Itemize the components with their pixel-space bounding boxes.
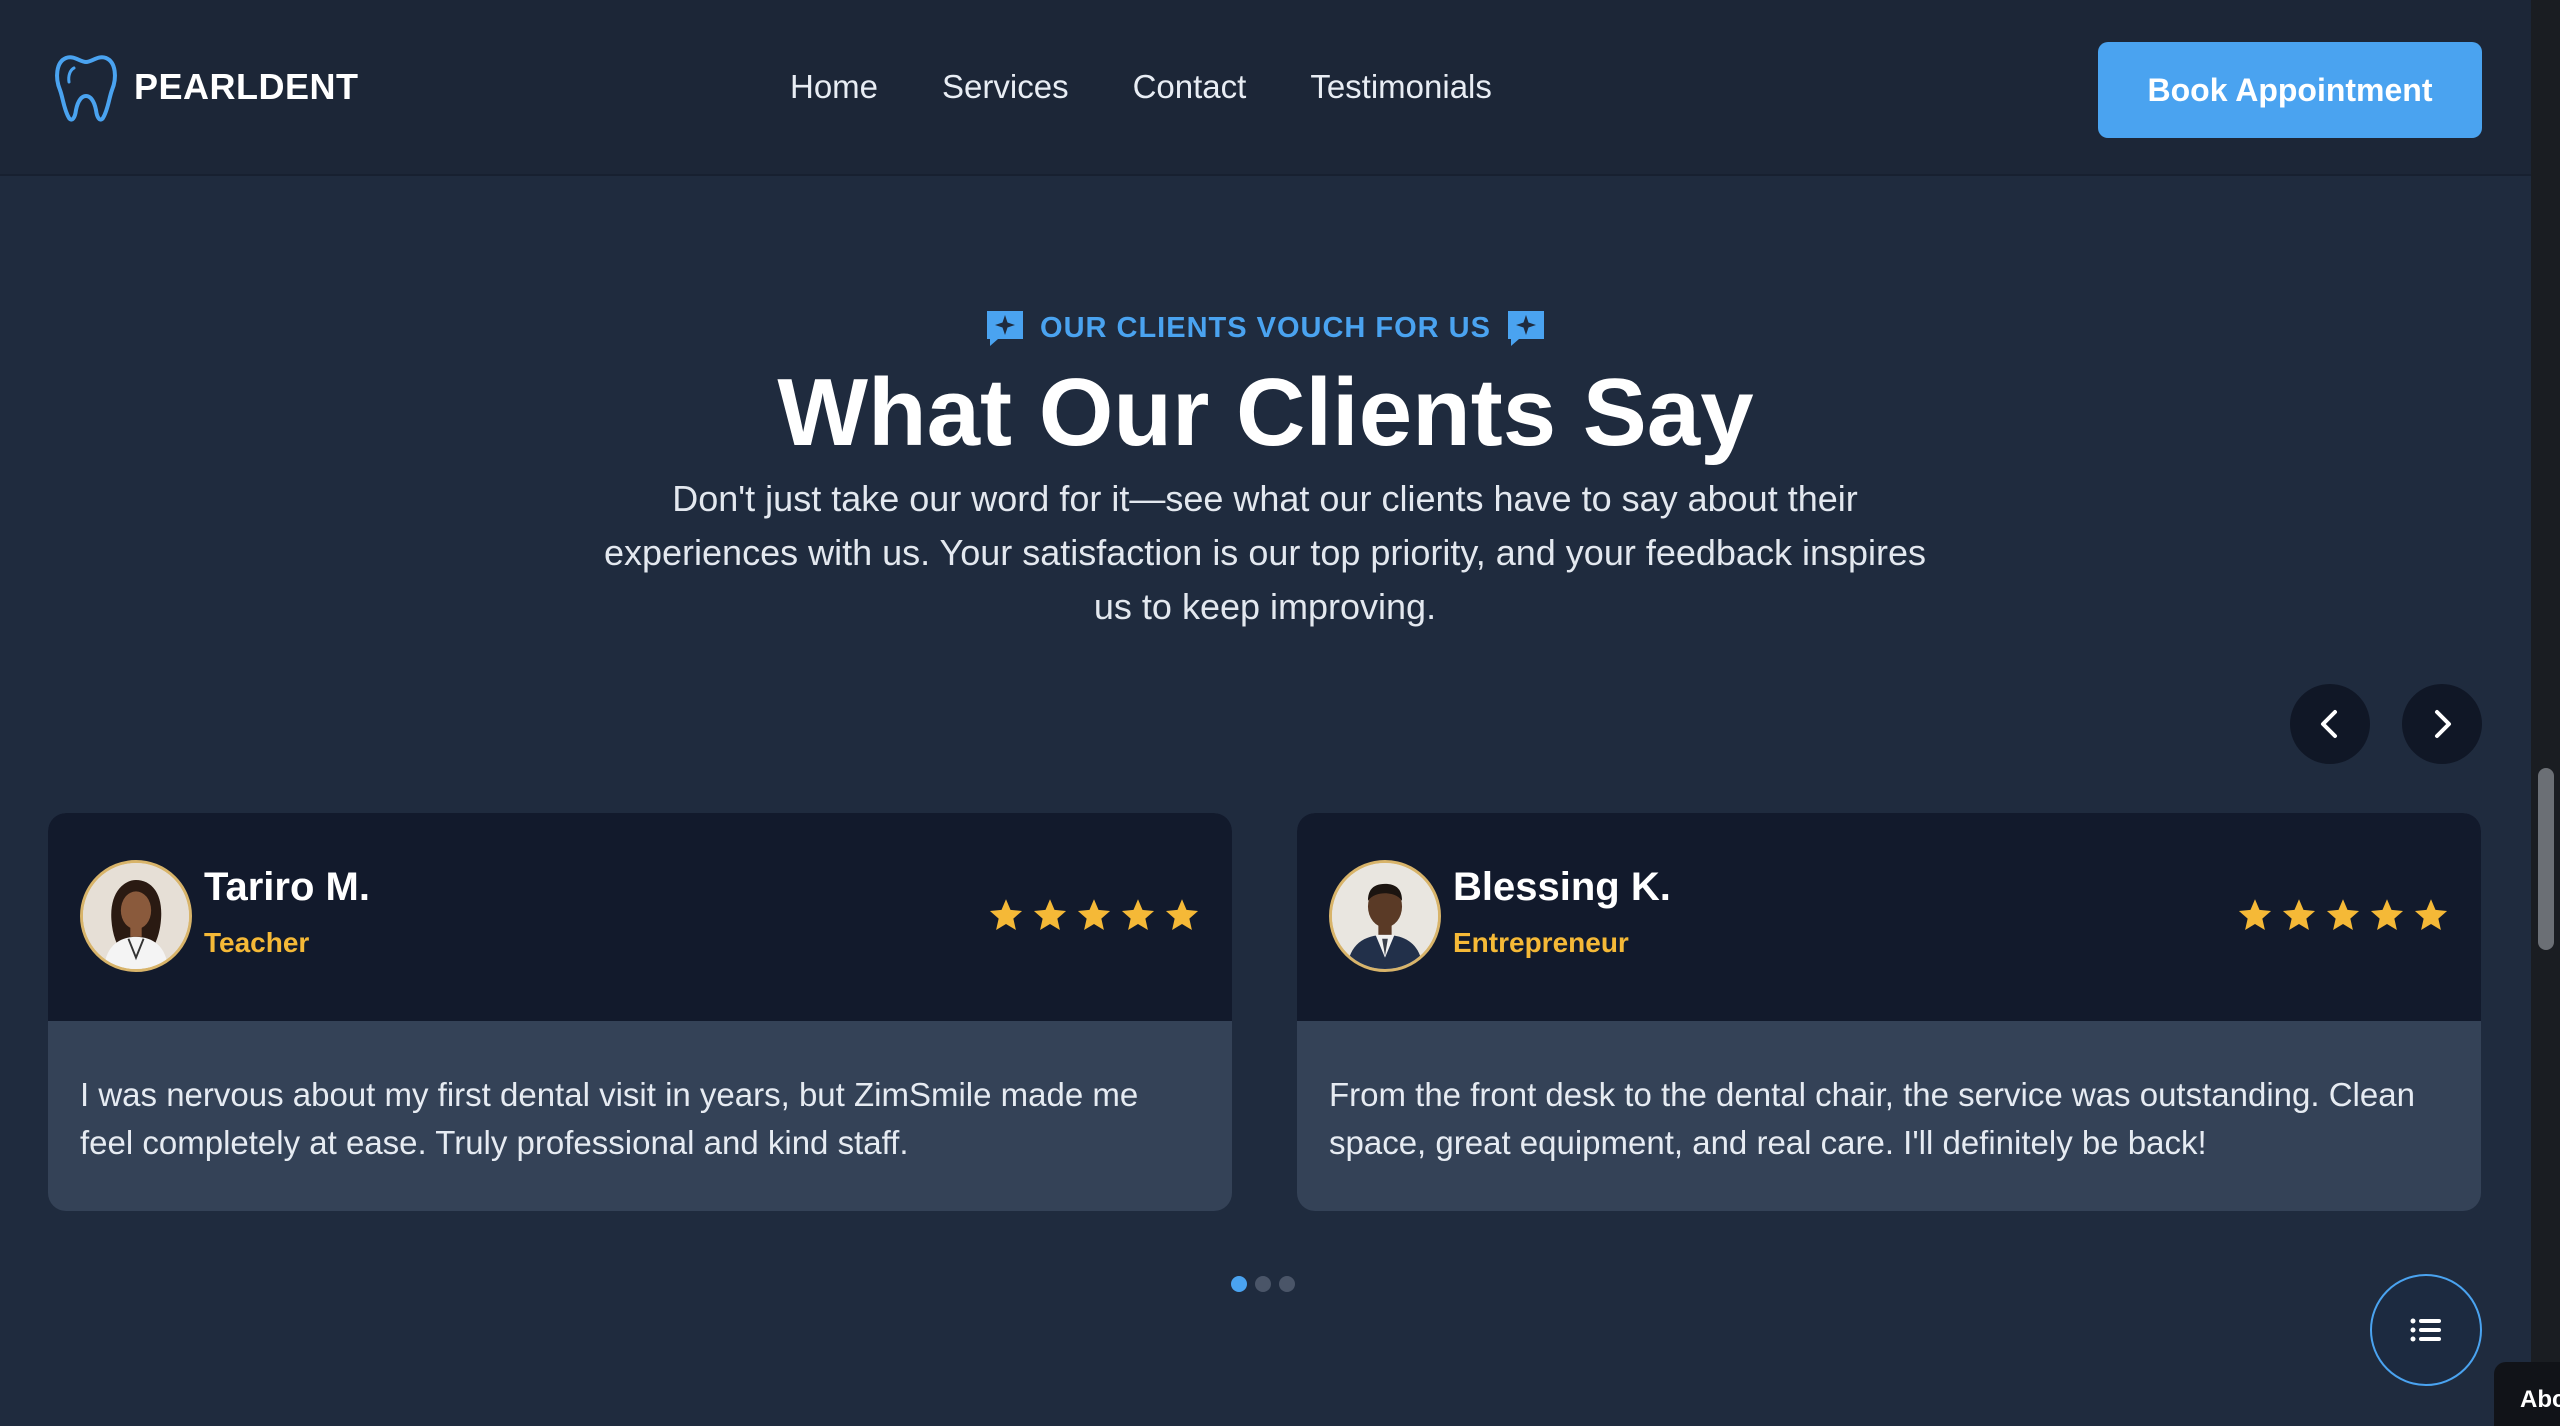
- testimonial-card-header: Blessing K. Entrepreneur: [1297, 813, 2481, 1021]
- scrollbar-thumb[interactable]: [2538, 768, 2554, 950]
- nav-services[interactable]: Services: [942, 68, 1069, 106]
- star-rating: [2237, 897, 2449, 933]
- nav-testimonials[interactable]: Testimonials: [1310, 68, 1492, 106]
- carousel-pagination: [1231, 1276, 1295, 1292]
- sparkle-chat-icon: [1507, 311, 1544, 346]
- brand-name: PEARLDENT: [134, 66, 359, 107]
- star-rating: [988, 897, 1200, 933]
- floating-menu-button[interactable]: [2370, 1274, 2482, 1386]
- testimonial-text: I was nervous about my first dental visi…: [80, 1076, 1139, 1161]
- star-icon: [989, 899, 1023, 930]
- brand-logo[interactable]: PEARLDENT: [52, 52, 359, 122]
- carousel-dot-1[interactable]: [1231, 1276, 1247, 1292]
- star-icon: [2326, 899, 2360, 930]
- avatar: [80, 860, 192, 972]
- reviewer-role: Teacher: [204, 927, 310, 958]
- chevron-right-icon: [2435, 710, 2451, 738]
- nav-contact[interactable]: Contact: [1133, 68, 1247, 106]
- carousel-prev-button[interactable]: [2290, 684, 2370, 764]
- list-menu-icon: [2410, 1318, 2441, 1342]
- person-avatar-icon: [83, 863, 189, 969]
- page-scrollbar[interactable]: [2531, 0, 2560, 1426]
- book-appointment-button[interactable]: Book Appointment: [2098, 42, 2482, 138]
- star-icon: [2414, 899, 2448, 930]
- testimonial-card: Blessing K. Entrepreneur From the front …: [1297, 813, 2481, 1211]
- corner-widget-label: Abc: [2520, 1386, 2560, 1413]
- testimonial-card: Tariro M. Teacher I was nervous about my…: [48, 813, 1232, 1211]
- site-header: PEARLDENT Home Services Contact Testimon…: [0, 0, 2531, 176]
- corner-widget[interactable]: Abc: [2494, 1362, 2560, 1426]
- person-avatar-icon: [1332, 863, 1438, 969]
- star-icon: [2370, 899, 2404, 930]
- sparkle-chat-icon: [987, 311, 1024, 346]
- star-icon: [2282, 899, 2316, 930]
- testimonial-text: From the front desk to the dental chair,…: [1329, 1076, 2415, 1161]
- star-icon: [1165, 899, 1199, 930]
- reviewer-role: Entrepreneur: [1453, 927, 1629, 958]
- tooth-icon: [55, 55, 117, 122]
- star-icon: [1033, 899, 1067, 930]
- chevron-left-icon: [2321, 710, 2337, 738]
- carousel-next-button[interactable]: [2402, 684, 2482, 764]
- reviewer-name: Blessing K.: [1453, 865, 1671, 909]
- star-icon: [1077, 899, 1111, 930]
- testimonial-card-header: Tariro M. Teacher: [48, 813, 1232, 1021]
- main-nav: Home Services Contact Testimonials: [790, 68, 1492, 106]
- section-eyebrow: OUR CLIENTS VOUCH FOR US: [0, 308, 2531, 348]
- page: PEARLDENT Home Services Contact Testimon…: [0, 0, 2560, 1426]
- carousel-dot-3[interactable]: [1279, 1276, 1295, 1292]
- section-title: What Our Clients Say: [777, 359, 1754, 466]
- reviewer-name: Tariro M.: [204, 865, 370, 909]
- avatar: [1329, 860, 1441, 972]
- carousel-dot-2[interactable]: [1255, 1276, 1271, 1292]
- star-icon: [2238, 899, 2272, 930]
- section-subtitle: Don't just take our word for it—see what…: [603, 478, 1927, 627]
- eyebrow-text: OUR CLIENTS VOUCH FOR US: [1040, 311, 1491, 344]
- star-icon: [1121, 899, 1155, 930]
- nav-home[interactable]: Home: [790, 68, 878, 106]
